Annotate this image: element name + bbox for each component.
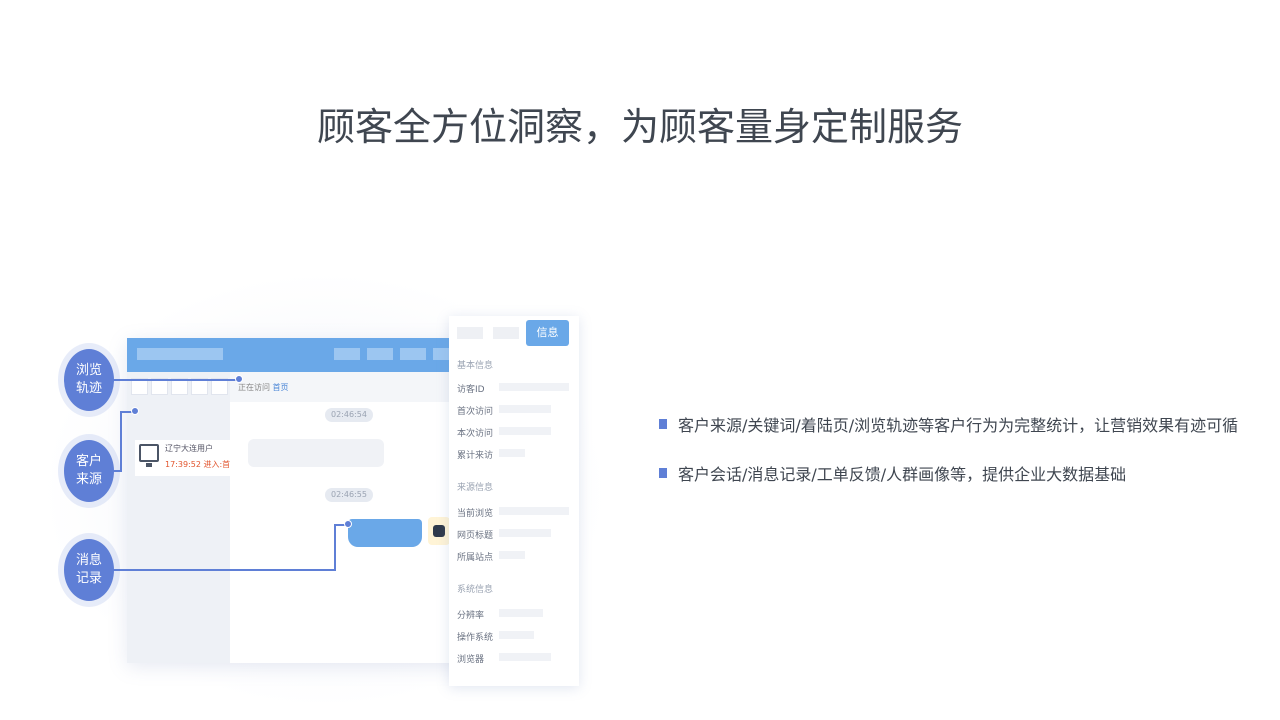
field-value-placeholder: [499, 427, 551, 435]
toolbar-placeholder: [400, 348, 426, 360]
visitor-name: 辽宁大连用户: [165, 443, 213, 454]
monitor-icon: [139, 444, 159, 462]
logo-placeholder: [137, 348, 223, 360]
node-label: 消息: [64, 552, 114, 570]
field-label: 浏览器: [457, 652, 484, 665]
message-bubble-agent: [348, 519, 422, 547]
connector-line: [120, 411, 122, 472]
field-label: 首次访问: [457, 404, 493, 417]
field-value-placeholder: [499, 383, 569, 391]
time-chip: 02:46:55: [325, 488, 373, 502]
robot-avatar-icon: [428, 517, 450, 545]
toolbar-placeholder: [367, 348, 393, 360]
tab-info: 信息: [526, 320, 569, 346]
feature-item: 客户会话/消息记录/工单反馈/人群画像等，提供企业大数据基础: [659, 461, 1238, 485]
field-label: 所属站点: [457, 550, 493, 563]
chat-header: 正在访问 首页: [230, 372, 482, 402]
node-customer-source: 客户 来源: [64, 440, 114, 502]
info-panel: 信息 基本信息 访客ID 首次访问 本次访问 累计来访 来源信息 当前浏览 网页…: [449, 316, 579, 686]
field-label: 操作系统: [457, 630, 493, 643]
visitor-time: 17:39:52 进入:首...: [165, 459, 238, 470]
app-window-illustration: 辽宁大连用户 17:39:52 进入:首... 正在访问 首页 02:46:54…: [127, 338, 482, 663]
node-label: 来源: [64, 471, 114, 489]
node-browse-track: 浏览 轨迹: [64, 349, 114, 411]
connector-line: [334, 524, 336, 571]
field-value-placeholder: [499, 529, 551, 537]
field-label: 网页标题: [457, 528, 493, 541]
field-value-placeholder: [499, 507, 569, 515]
field-value-placeholder: [499, 405, 551, 413]
toolbar-placeholder: [334, 348, 360, 360]
connector-line: [112, 569, 336, 571]
node-label: 记录: [64, 570, 114, 588]
time-chip: 02:46:54: [325, 408, 373, 422]
field-value-placeholder: [499, 551, 525, 559]
node-label: 浏览: [64, 362, 114, 380]
track-label: 正在访问: [238, 383, 270, 392]
connector-line: [112, 379, 240, 381]
message-bubble-visitor: [248, 439, 384, 467]
feature-list: 客户来源/关键词/着陆页/浏览轨迹等客户行为为完整统计，让营销效果有迹可循 客户…: [659, 412, 1238, 510]
panel-tab-placeholder: [493, 327, 519, 339]
page-title: 顾客全方位洞察，为顾客量身定制服务: [0, 96, 1280, 151]
field-value-placeholder: [499, 631, 534, 639]
chat-area: 正在访问 首页 02:46:54 02:46:55: [230, 372, 482, 663]
node-label: 客户: [64, 453, 114, 471]
connector-dot: [131, 407, 139, 415]
field-value-placeholder: [499, 653, 551, 661]
field-label: 本次访问: [457, 426, 493, 439]
connector-dot: [344, 520, 352, 528]
visit-track: 正在访问 首页: [238, 382, 289, 393]
field-label: 分辨率: [457, 608, 484, 621]
source-info-title: 来源信息: [457, 480, 493, 493]
connector-dot: [235, 375, 243, 383]
system-info-title: 系统信息: [457, 582, 493, 595]
field-label: 当前浏览: [457, 506, 493, 519]
node-label: 轨迹: [64, 380, 114, 398]
field-label: 访客ID: [457, 382, 485, 395]
app-top-bar: [127, 338, 482, 372]
visitor-card: 辽宁大连用户 17:39:52 进入:首...: [135, 440, 230, 476]
basic-info-title: 基本信息: [457, 358, 493, 371]
field-value-placeholder: [499, 609, 543, 617]
track-link: 首页: [273, 383, 289, 392]
node-message-record: 消息 记录: [64, 539, 114, 601]
field-label: 累计来访: [457, 448, 493, 461]
field-value-placeholder: [499, 449, 525, 457]
feature-item: 客户来源/关键词/着陆页/浏览轨迹等客户行为为完整统计，让营销效果有迹可循: [659, 412, 1238, 436]
visitor-list: 辽宁大连用户 17:39:52 进入:首...: [127, 372, 230, 663]
panel-tab-placeholder: [457, 327, 483, 339]
